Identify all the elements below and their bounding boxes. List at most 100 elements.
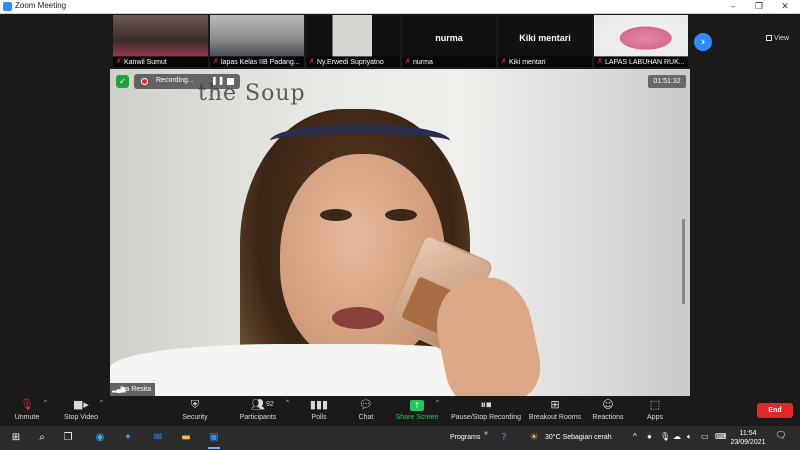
chevron-up-icon[interactable]: ^ [436,400,439,406]
view-button[interactable]: View [766,35,789,42]
programs-toolbar-label[interactable]: Programs [450,434,480,441]
maximize-button[interactable]: ❐ [746,0,772,14]
search-icon[interactable]: ⌕ [34,430,50,446]
help-icon[interactable]: ? [496,430,512,446]
participant-tile[interactable]: Kiki mentari ✗ Kiki mentari [498,15,592,67]
muted-mic-icon: ✗ [309,58,315,65]
stop-video-button[interactable]: ■▸ Stop Video ^ [60,398,103,424]
gallery-strip: ✗ Kanwil Sumut ✗ lapas Kelas IIB Padang.… [0,14,800,69]
speaker-name-label: ▂▄▆Ika Resita [110,383,156,396]
pause-stop-recording-button[interactable]: ⏸⏹ Pause/Stop Recording [450,398,522,424]
chevron-up-icon[interactable]: ^ [286,400,289,406]
windows-taskbar: ⊞ ⌕ ❐ ◉ ✦ ✉ ▬ ▣ Programs » ? ☀ 30°C Seba… [0,426,800,450]
video-camera-icon: ■▸ [73,398,89,411]
participant-name: nurma [413,59,433,66]
title-bar: Zoom Meeting – ❐ ✕ [0,0,800,14]
encryption-shield-icon[interactable]: ✓ [116,75,129,88]
participant-name: lapas Kelas IIB Padang... [221,59,300,66]
participant-name: Kanwil Sumut [124,59,167,66]
view-label: View [774,35,790,42]
participant-tile[interactable]: ✗ Ny.Erwedi Supriyatno [306,15,400,67]
recording-indicator: Recording... ❚❚ [134,74,240,89]
windows-start-icon[interactable]: ⊞ [8,430,24,446]
breakout-rooms-button[interactable]: ⊞ Breakout Rooms [528,398,582,424]
grid-icon [766,35,772,41]
microphone-tray-icon[interactable]: 🎙︎ [660,432,670,441]
participants-count: 92 [266,401,274,408]
participant-tile[interactable]: ✗ lapas Kelas IIB Padang... [210,15,304,67]
pause-stop-icon: ⏸⏹ [480,398,492,411]
muted-mic-icon: ✗ [597,58,603,65]
meeting-toolbar: 🎙︎ Unmute ^ ■▸ Stop Video ^ ⛨ Security 👥… [0,396,800,426]
participant-video [113,15,208,57]
participant-tile[interactable]: ✗ LAPAS LABUHAN RUK... [594,15,688,67]
clock-time: 11:54 [739,430,757,437]
shield-icon: ⛨ [190,398,200,411]
task-view-icon[interactable]: ❐ [60,430,76,446]
share-screen-button[interactable]: ↑ Share Screen ^ [394,398,440,424]
recording-label: Recording... [156,77,194,84]
camera-tray-icon[interactable]: ● [647,432,652,441]
participant-video [594,15,688,57]
participant-display-name: nurma [435,33,463,43]
participant-video [306,15,400,57]
chat-button[interactable]: 💬︎ Chat [352,398,380,424]
breakout-rooms-icon: ⊞ [550,398,560,411]
edge-browser-icon[interactable]: ◉ [92,430,108,446]
participant-name: LAPAS LABUHAN RUK... [605,59,685,66]
unmute-button[interactable]: 🎙︎ Unmute ^ [8,398,47,424]
emoji-icon: ☺ [602,398,614,411]
chevron-up-icon[interactable]: ^ [100,400,103,406]
notifications-icon[interactable]: 🗨︎ [774,431,788,444]
speaker-icon[interactable]: 🔈︎ [687,432,692,442]
mail-icon[interactable]: ✉ [150,430,166,446]
chat-icon: 💬︎ [359,398,373,411]
weather-text[interactable]: 30°C Sebagian cerah [545,434,612,441]
chevron-right-icon[interactable]: › [694,33,712,51]
security-button[interactable]: ⛨ Security [176,398,214,424]
participant-name: Ny.Erwedi Supriyatno [317,59,384,66]
keyboard-icon[interactable]: ⌨ [715,432,727,441]
participants-button[interactable]: 👥︎ 92 Participants ^ [236,398,289,424]
clock-date: 23/09/2021 [730,439,766,446]
file-explorer-icon[interactable]: ▬ [178,430,194,446]
weather-icon[interactable]: ☀ [526,430,542,446]
close-button[interactable]: ✕ [772,0,798,14]
end-meeting-button[interactable]: End [757,403,793,418]
reactions-button[interactable]: ☺ Reactions [590,398,626,424]
cloud-icon[interactable]: ☁ [673,432,681,441]
minimize-button[interactable]: – [720,0,746,14]
active-speaker-video: the Soup ✓ Recording... ❚❚ 01:51:32 ▂▄▆I… [110,69,690,396]
meeting-timer: 01:51:32 [648,75,686,88]
stop-recording-icon[interactable] [227,78,234,85]
participant-tile[interactable]: nurma ✗ nurma [402,15,496,67]
muted-mic-icon: ✗ [213,58,219,65]
zoom-window: Zoom Meeting – ❐ ✕ ✗ Kanwil Sumut ✗ lapa… [0,0,800,450]
zoom-app-icon [3,2,12,11]
zoom-taskbar-icon[interactable]: ▣ [206,430,222,449]
polls-icon: ▮▮▮ [309,398,329,411]
chevron-up-icon[interactable]: ^ [44,400,47,406]
pause-recording-icon[interactable]: ❚❚ [211,76,224,85]
system-clock[interactable]: 11:54 23/09/2021 [730,429,766,447]
muted-mic-icon: ✗ [501,58,507,65]
participant-display-name: Kiki mentari [519,33,571,43]
muted-mic-icon: ✗ [116,58,122,65]
door-handle [682,219,685,304]
chevron-up-icon[interactable]: ^ [633,432,637,441]
window-title: Zoom Meeting [15,1,67,10]
muted-mic-icon: ✗ [405,58,411,65]
signal-bars-icon: ▂▄▆ [112,387,126,393]
participant-name: Kiki mentari [509,59,546,66]
polls-button[interactable]: ▮▮▮ Polls [306,398,332,424]
muted-mic-icon: 🎙︎ [20,398,34,411]
apps-button[interactable]: ⬚ Apps [642,398,668,424]
apps-icon: ⬚ [649,398,661,411]
participant-video [210,15,304,57]
chevron-double-right-icon[interactable]: » [484,430,488,437]
share-screen-icon: ↑ [410,400,424,411]
network-icon[interactable]: ▭ [701,432,709,441]
dropbox-icon[interactable]: ✦ [120,430,136,446]
participant-tile[interactable]: ✗ Kanwil Sumut [113,15,208,67]
recording-dot-icon [141,78,148,85]
